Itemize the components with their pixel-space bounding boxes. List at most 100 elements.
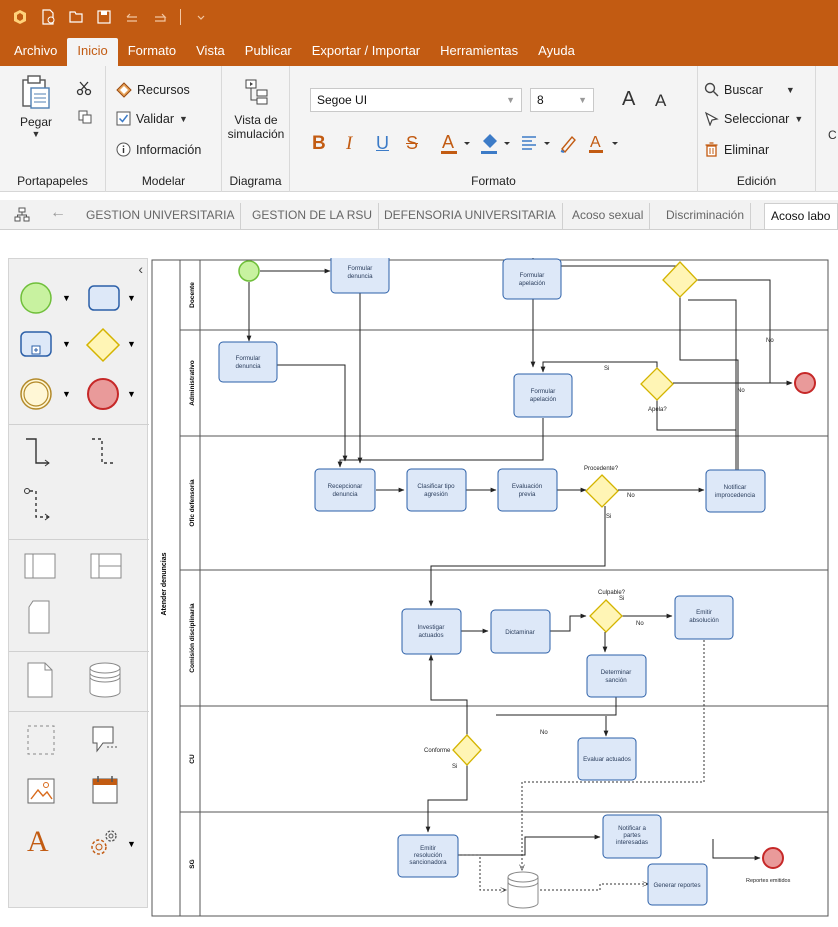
message-flow-connector[interactable] xyxy=(89,435,119,474)
copy-button[interactable] xyxy=(78,110,92,129)
open-file-icon[interactable] xyxy=(64,5,88,29)
task-evaluacion-previa[interactable] xyxy=(497,468,558,512)
menu-herramientas[interactable]: Herramientas xyxy=(430,38,528,66)
association-connector[interactable] xyxy=(23,485,53,530)
intermediate-event-dropdown-icon[interactable]: ▼ xyxy=(62,389,71,399)
info-icon xyxy=(116,142,131,157)
buscar-dropdown-icon[interactable]: ▼ xyxy=(786,85,795,95)
shrink-font-icon[interactable]: A xyxy=(655,91,666,111)
task-dropdown-icon[interactable]: ▼ xyxy=(127,293,136,303)
end-event-shape[interactable] xyxy=(85,377,121,416)
collapse-chevron-icon[interactable]: ‹ xyxy=(138,261,143,277)
subprocess-shape[interactable] xyxy=(19,329,53,364)
end-event-sg[interactable] xyxy=(762,847,784,869)
start-event-shape[interactable] xyxy=(19,281,53,320)
data-store[interactable] xyxy=(507,871,539,909)
menu-formato[interactable]: Formato xyxy=(118,38,186,66)
strikethrough-icon[interactable]: S xyxy=(406,133,418,154)
seleccionar-dropdown-icon[interactable]: ▼ xyxy=(794,114,803,124)
lane-label-comision: Comisión disciplinaria xyxy=(189,603,196,673)
customize-chevron-icon[interactable] xyxy=(189,5,213,29)
image-icon[interactable] xyxy=(25,775,57,812)
font-color-button[interactable]: A xyxy=(440,131,476,160)
task-notificar-improcedencia[interactable] xyxy=(705,469,766,513)
text-tool-icon[interactable]: A xyxy=(27,825,49,859)
tab-acoso-laboral[interactable]: Acoso labo xyxy=(764,203,838,229)
start-event-dropdown-icon[interactable]: ▼ xyxy=(62,293,71,303)
sequence-flow-connector[interactable] xyxy=(23,435,53,474)
task-clasificar-tipo[interactable] xyxy=(406,468,467,512)
tab-acoso-sexual[interactable]: Acoso sexual xyxy=(566,203,651,229)
font-family-dropdown-icon[interactable]: ▼ xyxy=(506,89,515,111)
menu-publicar[interactable]: Publicar xyxy=(235,38,302,66)
cut-button[interactable] xyxy=(76,80,92,101)
buscar-button[interactable]: Buscar ▼ xyxy=(704,82,795,97)
fill-color-button[interactable] xyxy=(480,131,516,160)
save-icon[interactable] xyxy=(92,5,116,29)
data-store-shape[interactable] xyxy=(87,661,123,704)
font-family-value: Segoe UI xyxy=(317,93,368,107)
menu-inicio[interactable]: Inicio xyxy=(67,38,118,66)
undo-icon[interactable] xyxy=(120,5,144,29)
tab-defensoria[interactable]: DEFENSORIA UNIVERSITARIA xyxy=(378,203,563,229)
settings-gear-icon[interactable] xyxy=(87,827,121,864)
task-shape[interactable] xyxy=(87,283,121,318)
italic-icon[interactable]: I xyxy=(346,133,352,155)
underline-icon[interactable]: U xyxy=(376,133,389,154)
task-determinar-sancion[interactable] xyxy=(586,654,647,698)
tab-gestion-rsu[interactable]: GESTION DE LA RSU xyxy=(246,203,380,229)
recursos-button[interactable]: Recursos xyxy=(116,82,190,98)
end-event-dropdown-icon[interactable]: ▼ xyxy=(127,389,136,399)
validar-dropdown-icon[interactable]: ▼ xyxy=(179,114,188,124)
start-event[interactable] xyxy=(238,260,260,282)
validar-button[interactable]: Validar ▼ xyxy=(116,111,188,126)
label-no: No xyxy=(636,621,644,627)
paste-label: Pegar xyxy=(19,115,53,129)
eliminar-button[interactable]: Eliminar xyxy=(704,142,769,157)
task-formular-apelacion-docente[interactable] xyxy=(502,258,562,300)
format-painter-button[interactable] xyxy=(558,131,580,160)
align-button[interactable] xyxy=(520,131,556,160)
informacion-button[interactable]: Información xyxy=(116,142,201,157)
grow-font-icon[interactable]: A xyxy=(622,88,635,111)
intermediate-event-shape[interactable] xyxy=(19,377,53,416)
lane-shape[interactable] xyxy=(89,551,123,586)
subprocess-dropdown-icon[interactable]: ▼ xyxy=(62,339,71,349)
back-arrow-icon[interactable]: ← xyxy=(50,204,66,222)
diagram-tree-icon[interactable] xyxy=(14,207,30,228)
pool-shape[interactable] xyxy=(23,551,57,586)
text-color-button[interactable]: A xyxy=(588,131,624,160)
annotation-shape[interactable] xyxy=(25,599,53,640)
settings-dropdown-icon[interactable]: ▼ xyxy=(127,839,136,849)
tab-discriminacion[interactable]: Discriminación xyxy=(660,203,752,229)
font-size-combo[interactable]: 8 ▼ xyxy=(530,88,594,112)
task-recepcionar-denuncia[interactable] xyxy=(314,468,376,512)
simulation-view-button[interactable]: Vista de simulación xyxy=(226,78,286,141)
gateway-dropdown-icon[interactable]: ▼ xyxy=(127,339,136,349)
diagram-canvas[interactable]: Atender denuncias Docente Administrativo… xyxy=(150,250,830,918)
callout-shape[interactable] xyxy=(89,723,123,762)
task-text: apelación xyxy=(519,280,546,287)
redo-icon[interactable] xyxy=(148,5,172,29)
gateway-shape[interactable] xyxy=(85,327,121,368)
group-shape[interactable] xyxy=(25,723,57,762)
font-family-combo[interactable]: Segoe UI ▼ xyxy=(310,88,522,112)
font-color-icon: A xyxy=(441,132,470,154)
search-icon xyxy=(704,82,719,97)
task-text: agresión xyxy=(424,491,448,498)
new-document-icon[interactable] xyxy=(36,5,60,29)
data-object-shape[interactable] xyxy=(25,661,55,704)
end-event-admin[interactable] xyxy=(794,372,816,394)
paste-button[interactable]: Pegar ▼ xyxy=(16,74,56,139)
task-formular-denuncia-admin[interactable] xyxy=(218,341,278,383)
bold-icon[interactable]: B xyxy=(312,133,326,155)
menu-ayuda[interactable]: Ayuda xyxy=(528,38,585,66)
calendar-icon[interactable] xyxy=(89,773,121,812)
menu-exportar-importar[interactable]: Exportar / Importar xyxy=(302,38,430,66)
paste-dropdown-icon[interactable]: ▼ xyxy=(16,129,56,139)
menu-vista[interactable]: Vista xyxy=(186,38,235,66)
menu-archivo[interactable]: Archivo xyxy=(4,38,67,66)
font-size-dropdown-icon[interactable]: ▼ xyxy=(578,89,587,111)
seleccionar-button[interactable]: Seleccionar ▼ xyxy=(704,111,803,126)
tab-gestion-universitaria[interactable]: GESTION UNIVERSITARIA xyxy=(80,203,242,229)
